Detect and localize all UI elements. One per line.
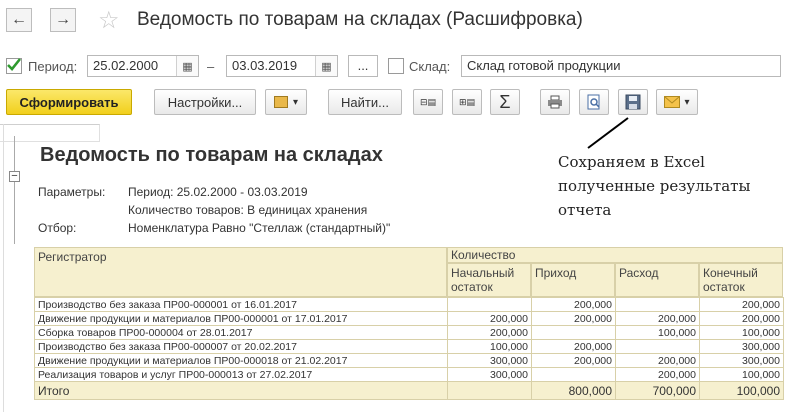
opening-cell: 100,000 bbox=[447, 339, 532, 354]
total-row: Итого 800,000 700,000 100,000 bbox=[34, 381, 784, 400]
total-opening-cell bbox=[447, 381, 532, 400]
registrar-cell[interactable]: Движение продукции и материалов ПР00-000… bbox=[34, 353, 448, 368]
opening-cell: 300,000 bbox=[447, 367, 532, 382]
closing-cell: 100,000 bbox=[699, 367, 784, 382]
header-closing-line2: остаток bbox=[703, 280, 745, 294]
registrar-cell[interactable]: Сборка товаров ПР00-000004 от 28.01.2017 bbox=[34, 325, 448, 340]
income-cell bbox=[531, 367, 616, 382]
closing-cell: 100,000 bbox=[699, 325, 784, 340]
filter-label: Отбор: bbox=[38, 221, 77, 235]
table-row[interactable]: Движение продукции и материалов ПР00-000… bbox=[34, 353, 784, 368]
income-cell: 200,000 bbox=[531, 311, 616, 326]
expense-cell: 200,000 bbox=[615, 311, 700, 326]
header-closing-line1: Конечный bbox=[703, 266, 758, 280]
header-quantity: Количество bbox=[447, 247, 783, 263]
group-line bbox=[14, 136, 15, 244]
table-row[interactable]: Производство без заказа ПР00-000001 от 1… bbox=[34, 297, 784, 312]
total-closing-cell: 100,000 bbox=[699, 381, 784, 400]
closing-cell: 200,000 bbox=[699, 311, 784, 326]
opening-cell bbox=[447, 297, 532, 312]
params-label: Параметры: bbox=[38, 185, 106, 199]
expense-cell: 100,000 bbox=[615, 325, 700, 340]
header-opening-line1: Начальный bbox=[451, 266, 515, 280]
total-label: Итого bbox=[34, 381, 448, 400]
params-quantity: Количество товаров: В единицах хранения bbox=[128, 203, 368, 217]
opening-cell: 300,000 bbox=[447, 353, 532, 368]
income-cell: 200,000 bbox=[531, 353, 616, 368]
params-period: Период: 25.02.2000 - 03.03.2019 bbox=[128, 185, 308, 199]
expense-cell: 200,000 bbox=[615, 353, 700, 368]
grid-corner bbox=[0, 124, 100, 142]
header-opening-line2: остаток bbox=[451, 280, 493, 294]
filter-value: Номенклатура Равно "Стеллаж (стандартный… bbox=[128, 221, 391, 235]
grid-left-gutter bbox=[0, 124, 4, 412]
opening-cell: 200,000 bbox=[447, 325, 532, 340]
table-row[interactable]: Сборка товаров ПР00-000004 от 28.01.2017… bbox=[34, 325, 784, 340]
table-row[interactable]: Реализация товаров и услуг ПР00-000013 о… bbox=[34, 367, 784, 382]
expense-cell: 200,000 bbox=[615, 367, 700, 382]
expense-cell bbox=[615, 339, 700, 354]
registrar-cell[interactable]: Производство без заказа ПР00-000007 от 2… bbox=[34, 339, 448, 354]
total-expense-cell: 700,000 bbox=[615, 381, 700, 400]
report-table: Производство без заказа ПР00-000001 от 1… bbox=[34, 297, 784, 400]
report-area: − Ведомость по товарам на складах Параме… bbox=[0, 124, 789, 412]
closing-cell: 200,000 bbox=[699, 297, 784, 312]
table-row[interactable]: Производство без заказа ПР00-000007 от 2… bbox=[34, 339, 784, 354]
closing-cell: 300,000 bbox=[699, 339, 784, 354]
income-cell: 200,000 bbox=[531, 297, 616, 312]
opening-cell: 200,000 bbox=[447, 311, 532, 326]
registrar-cell[interactable]: Реализация товаров и услуг ПР00-000013 о… bbox=[34, 367, 448, 382]
table-row[interactable]: Движение продукции и материалов ПР00-000… bbox=[34, 311, 784, 326]
total-income-cell: 800,000 bbox=[531, 381, 616, 400]
income-cell bbox=[531, 325, 616, 340]
header-closing: Конечный остаток bbox=[699, 263, 783, 297]
expense-cell bbox=[615, 297, 700, 312]
header-expense: Расход bbox=[615, 263, 699, 297]
registrar-cell[interactable]: Производство без заказа ПР00-000001 от 1… bbox=[34, 297, 448, 312]
income-cell: 200,000 bbox=[531, 339, 616, 354]
registrar-cell[interactable]: Движение продукции и материалов ПР00-000… bbox=[34, 311, 448, 326]
header-registrar: Регистратор bbox=[34, 247, 447, 297]
header-income: Приход bbox=[531, 263, 615, 297]
header-opening: Начальный остаток bbox=[447, 263, 531, 297]
report-title: Ведомость по товарам на складах bbox=[40, 144, 383, 166]
closing-cell: 300,000 bbox=[699, 353, 784, 368]
collapse-group-icon[interactable]: − bbox=[9, 171, 20, 182]
